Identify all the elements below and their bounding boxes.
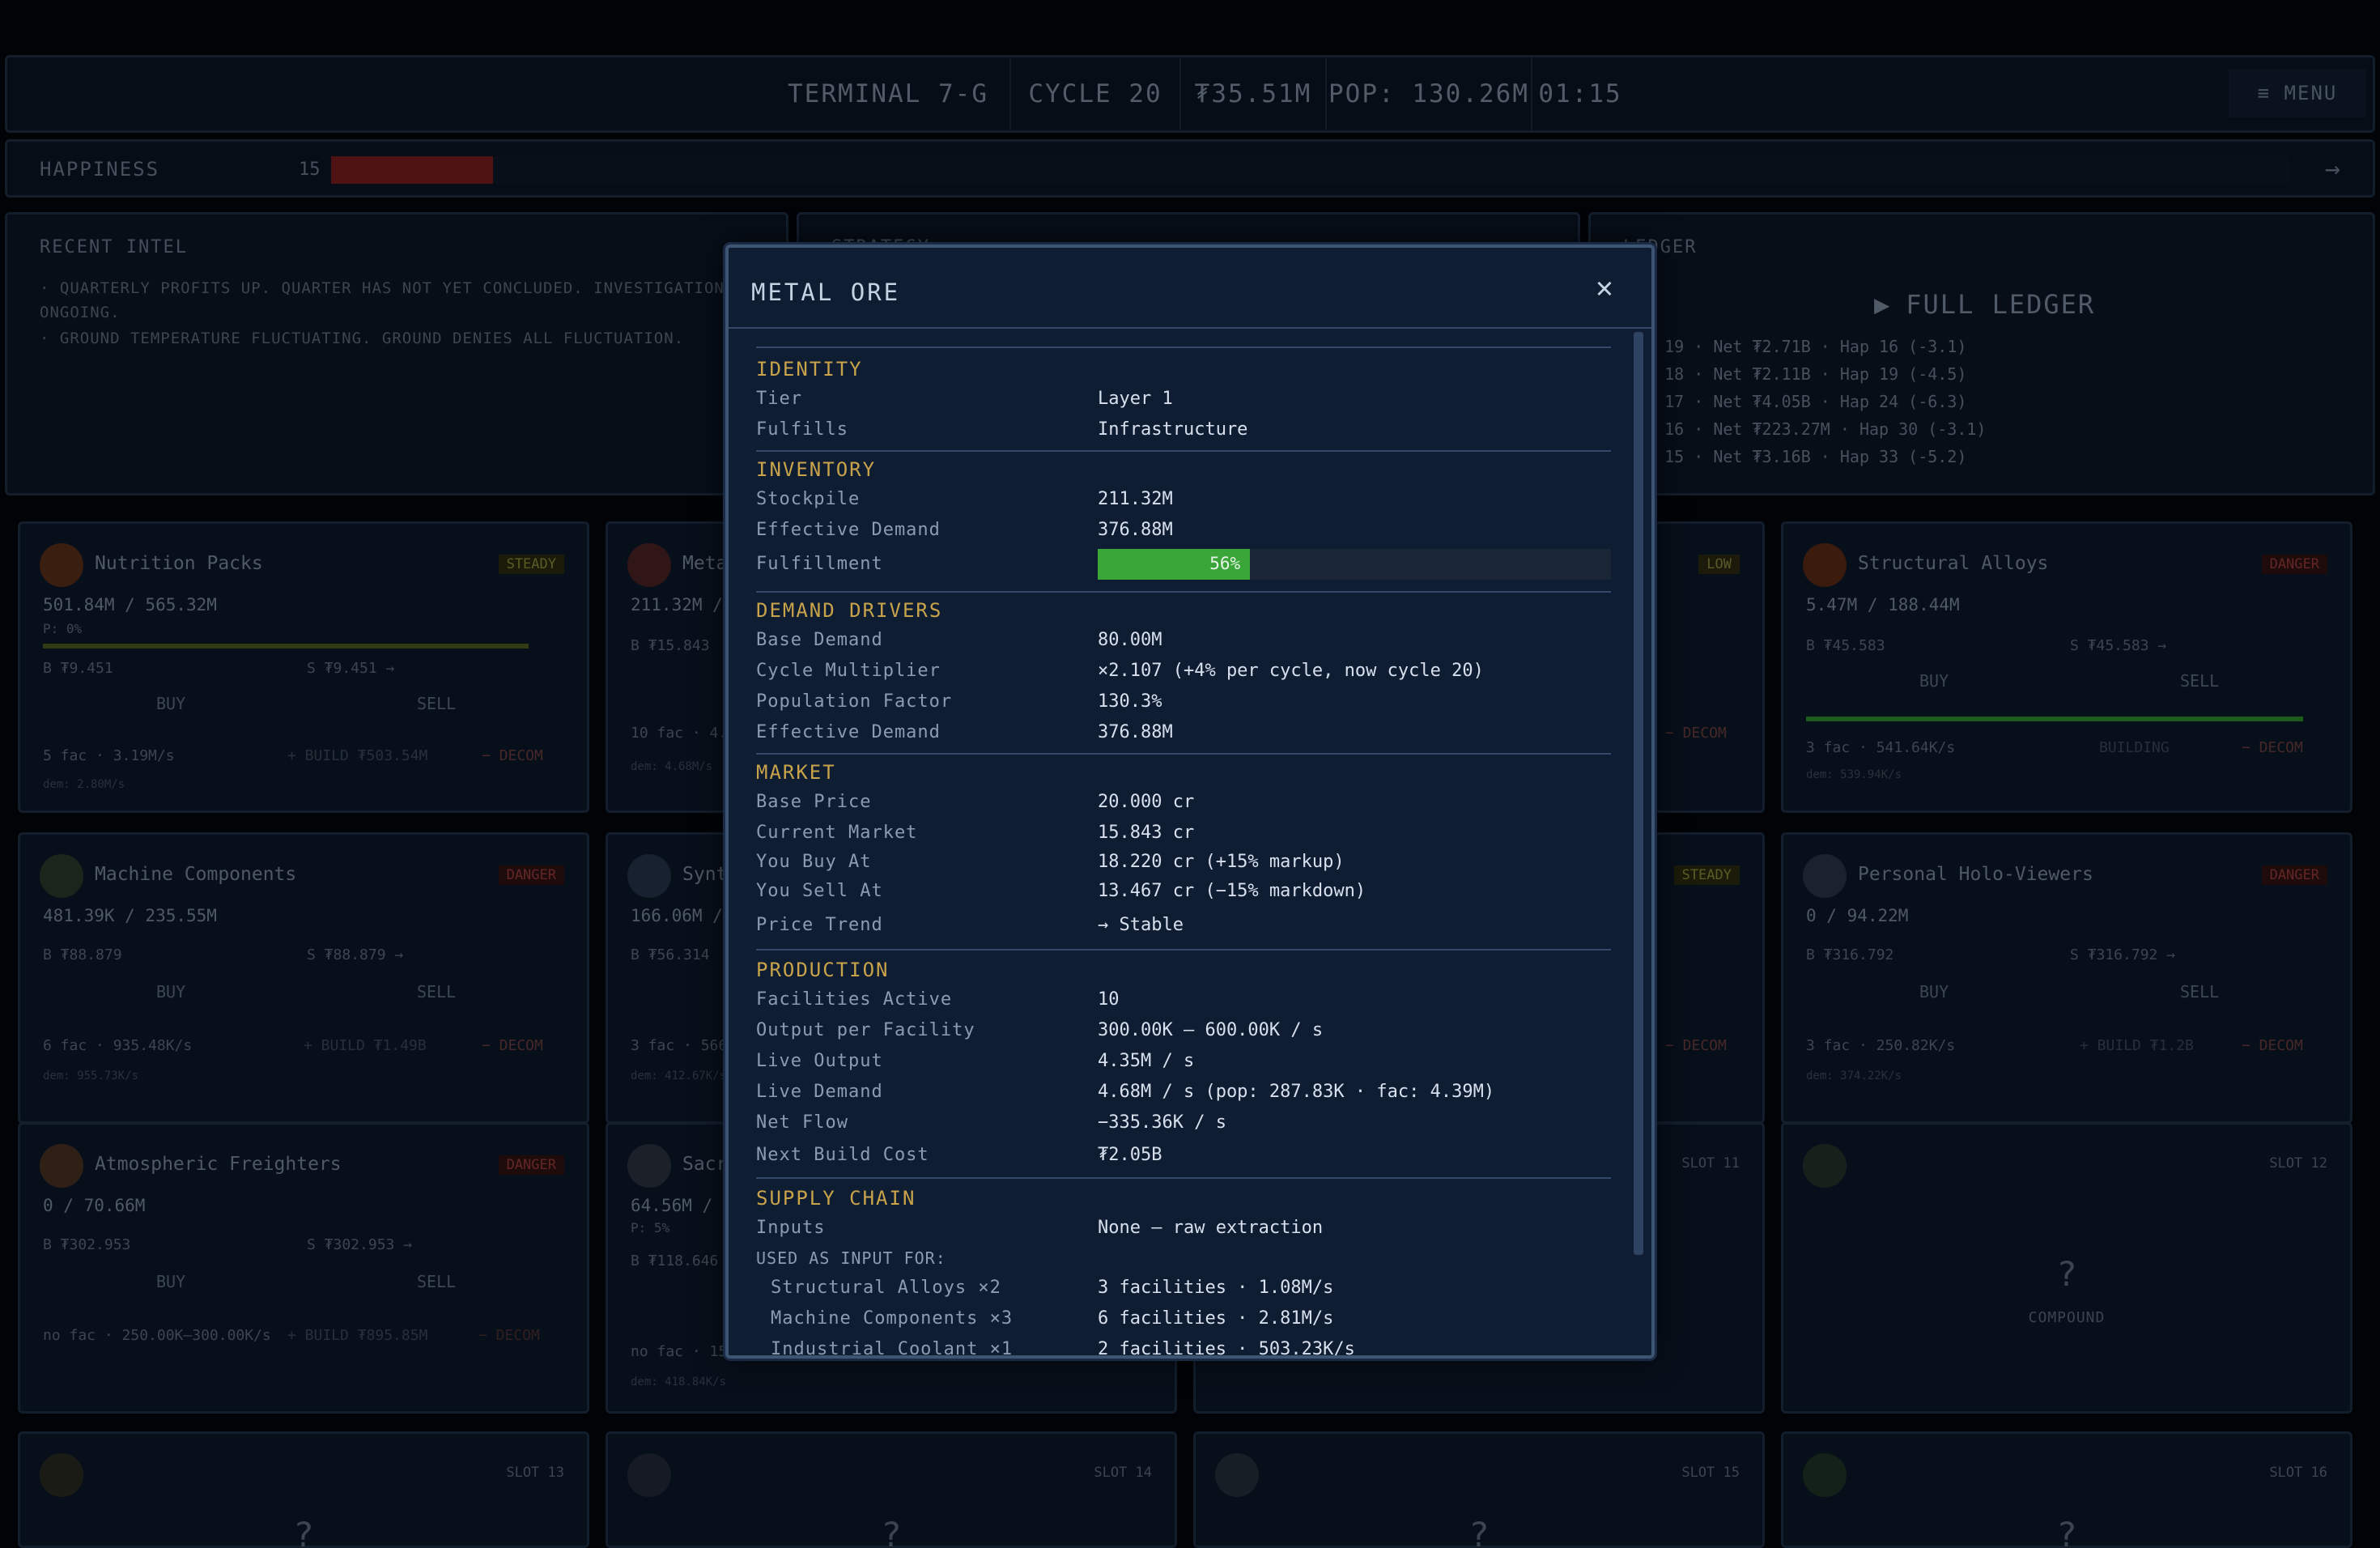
- fulfills-value: Infrastructure: [1098, 419, 1248, 440]
- section-supply-chain: SUPPLY CHAIN: [756, 1187, 916, 1210]
- consumer-industrial-coolant-value: 2 facilities · 503.23K/s: [1098, 1339, 1355, 1359]
- price-trend-label: Price Trend: [756, 915, 883, 935]
- divider: [756, 753, 1611, 755]
- live-demand-label: Live Demand: [756, 1082, 883, 1102]
- section-demand-drivers: DEMAND DRIVERS: [756, 599, 943, 622]
- current-market-value: 15.843 cr: [1098, 823, 1195, 843]
- population-factor-value: 130.3%: [1098, 691, 1162, 712]
- divider: [756, 591, 1611, 593]
- stockpile-value: 211.32M: [1098, 489, 1173, 509]
- net-flow-value: −335.36K / s: [1098, 1112, 1226, 1133]
- facilities-active-value: 10: [1098, 989, 1120, 1010]
- fulfillment-fill: 56%: [1098, 549, 1251, 580]
- buy-at-value: 18.220 cr (+15% markup): [1098, 852, 1345, 872]
- close-icon[interactable]: ✕: [1588, 272, 1621, 304]
- divider: [756, 347, 1611, 348]
- sell-at-label: You Sell At: [756, 881, 883, 901]
- output-per-facility-value: 300.00K — 600.00K / s: [1098, 1020, 1324, 1040]
- cycle-multiplier-label: Cycle Multiplier: [756, 661, 941, 681]
- fulfillment-label: Fulfillment: [756, 554, 883, 574]
- modal-scrollbar[interactable]: [1634, 332, 1643, 1255]
- stockpile-label: Stockpile: [756, 489, 861, 509]
- used-as-input-heading: USED AS INPUT FOR:: [756, 1248, 946, 1268]
- consumer-structural-alloys-value: 3 facilities · 1.08M/s: [1098, 1278, 1334, 1298]
- section-production: PRODUCTION: [756, 959, 890, 981]
- section-identity: IDENTITY: [756, 358, 863, 381]
- effective-demand-label: Effective Demand: [756, 520, 941, 540]
- base-demand-label: Base Demand: [756, 630, 883, 650]
- inputs-label: Inputs: [756, 1218, 826, 1238]
- facilities-active-label: Facilities Active: [756, 989, 953, 1010]
- divider: [756, 949, 1611, 950]
- base-price-value: 20.000 cr: [1098, 792, 1195, 812]
- section-inventory: INVENTORY: [756, 458, 877, 481]
- scroll-thumb[interactable]: [1634, 332, 1643, 1255]
- effective-demand-label: Effective Demand: [756, 722, 941, 742]
- consumer-machine-components-value: 6 facilities · 2.81M/s: [1098, 1308, 1334, 1329]
- consumer-structural-alloys: Structural Alloys ×2: [771, 1278, 1001, 1298]
- divider: [756, 1177, 1611, 1179]
- next-build-cost-label: Next Build Cost: [756, 1145, 929, 1165]
- inputs-value: None — raw extraction: [1098, 1218, 1324, 1238]
- next-build-cost-value: ₮2.05B: [1098, 1145, 1162, 1165]
- modal-title: METAL ORE: [751, 279, 901, 306]
- buy-at-label: You Buy At: [756, 852, 872, 872]
- sell-at-value: 13.467 cr (−15% markdown): [1098, 881, 1366, 901]
- live-demand-value: 4.68M / s (pop: 287.83K · fac: 4.39M): [1098, 1082, 1495, 1102]
- fulfills-label: Fulfills: [756, 419, 848, 440]
- section-market: MARKET: [756, 761, 836, 784]
- cycle-multiplier-value: ×2.107 (+4% per cycle, now cycle 20): [1098, 661, 1484, 681]
- divider: [756, 450, 1611, 452]
- price-trend-value: → Stable: [1098, 915, 1184, 935]
- net-flow-label: Net Flow: [756, 1112, 848, 1133]
- tier-value: Layer 1: [1098, 389, 1173, 409]
- effective-demand-value: 376.88M: [1098, 722, 1173, 742]
- fulfillment-percent: 56%: [1209, 554, 1241, 573]
- live-output-label: Live Output: [756, 1051, 883, 1071]
- fulfillment-bar: 56%: [1098, 549, 1611, 580]
- effective-demand-value: 376.88M: [1098, 520, 1173, 540]
- output-per-facility-label: Output per Facility: [756, 1020, 975, 1040]
- base-price-label: Base Price: [756, 792, 872, 812]
- consumer-industrial-coolant: Industrial Coolant ×1: [771, 1339, 1014, 1359]
- current-market-label: Current Market: [756, 823, 918, 843]
- population-factor-label: Population Factor: [756, 691, 953, 712]
- base-demand-value: 80.00M: [1098, 630, 1162, 650]
- tier-label: Tier: [756, 389, 802, 409]
- modal-header: METAL ORE ✕: [729, 248, 1651, 329]
- consumer-machine-components: Machine Components ×3: [771, 1308, 1014, 1329]
- live-output-value: 4.35M / s: [1098, 1051, 1195, 1071]
- metal-ore-modal: METAL ORE ✕ IDENTITY Tier Layer 1 Fulfil…: [725, 245, 1655, 1359]
